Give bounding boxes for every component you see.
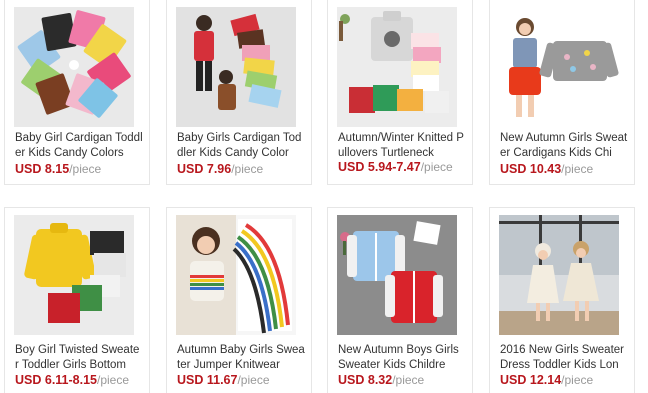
rainbow-sweater-image bbox=[176, 215, 296, 335]
price-amount: USD 8.32 bbox=[338, 373, 393, 387]
product-price: USD 6.11-8.15/piece bbox=[15, 373, 145, 387]
product-image[interactable] bbox=[14, 7, 134, 127]
product-price: USD 5.94-7.47/piece bbox=[338, 160, 468, 174]
candy-cardigans-image bbox=[14, 7, 134, 127]
price-amount: USD 5.94-7.47 bbox=[338, 160, 421, 174]
price-amount: USD 10.43 bbox=[500, 162, 562, 176]
product-card[interactable]: 2016 New Girls Sweater Dress Toddler Kid… bbox=[489, 207, 635, 393]
price-amount: USD 8.15 bbox=[15, 162, 70, 176]
product-title[interactable]: New Autumn Boys Girls Sweater Kids Child… bbox=[338, 343, 466, 373]
price-unit: /piece bbox=[392, 373, 425, 387]
product-price: USD 10.43/piece bbox=[500, 162, 630, 176]
product-image[interactable] bbox=[176, 215, 296, 335]
twisted-sweaters-image bbox=[14, 215, 134, 335]
product-image[interactable] bbox=[176, 7, 296, 127]
product-title[interactable]: Autumn Baby Girls Sweater Jumper Knitwea… bbox=[177, 343, 305, 373]
product-image[interactable] bbox=[337, 7, 457, 127]
product-price: USD 8.15/piece bbox=[15, 162, 145, 176]
product-image[interactable] bbox=[337, 215, 457, 335]
sweater-dress-girls-image bbox=[499, 215, 619, 335]
price-amount: USD 11.67 bbox=[177, 373, 238, 387]
product-title[interactable]: New Autumn Girls Sweater Cardigans Kids … bbox=[500, 131, 628, 161]
girl-grey-cardigan-image bbox=[499, 7, 619, 127]
product-price: USD 8.32/piece bbox=[338, 373, 468, 387]
product-title[interactable]: Autumn/Winter Knitted Pullovers Turtlene… bbox=[338, 131, 466, 161]
product-image[interactable] bbox=[499, 215, 619, 335]
product-image[interactable] bbox=[14, 215, 134, 335]
price-unit: /piece bbox=[231, 162, 264, 176]
baseball-cardigans-image bbox=[337, 215, 457, 335]
product-title[interactable]: Baby Girl Cardigan Toddler Kids Candy Co… bbox=[15, 131, 143, 161]
product-price: USD 7.96/piece bbox=[177, 162, 307, 176]
product-card[interactable]: Autumn/Winter Knitted Pullovers Turtlene… bbox=[327, 0, 473, 185]
product-title[interactable]: 2016 New Girls Sweater Dress Toddler Kid… bbox=[500, 343, 628, 373]
product-price: USD 11.67/piece bbox=[177, 373, 307, 387]
price-unit: /piece bbox=[69, 162, 102, 176]
product-card[interactable]: New Autumn Girls Sweater Cardigans Kids … bbox=[489, 0, 635, 185]
product-image[interactable] bbox=[499, 7, 619, 127]
product-title[interactable]: Baby Girls Cardigan Toddler Kids Candy C… bbox=[177, 131, 305, 161]
product-grid: Baby Girl Cardigan Toddler Kids Candy Co… bbox=[0, 0, 648, 393]
price-amount: USD 6.11-8.15 bbox=[15, 373, 97, 387]
price-unit: /piece bbox=[237, 373, 270, 387]
product-card[interactable]: Baby Girl Cardigan Toddler Kids Candy Co… bbox=[4, 0, 150, 185]
product-card[interactable]: New Autumn Boys Girls Sweater Kids Child… bbox=[327, 207, 473, 393]
price-unit: /piece bbox=[561, 162, 594, 176]
price-amount: USD 12.14 bbox=[500, 373, 562, 387]
price-unit: /piece bbox=[97, 373, 130, 387]
product-price: USD 12.14/piece bbox=[500, 373, 630, 387]
turtleneck-pullovers-image bbox=[337, 7, 457, 127]
price-unit: /piece bbox=[561, 373, 594, 387]
product-title[interactable]: Boy Girl Twisted Sweater Toddler Girls B… bbox=[15, 343, 143, 373]
product-card[interactable]: Autumn Baby Girls Sweater Jumper Knitwea… bbox=[166, 207, 312, 393]
price-amount: USD 7.96 bbox=[177, 162, 232, 176]
price-unit: /piece bbox=[420, 160, 453, 174]
kids-with-cardigans-image bbox=[176, 7, 296, 127]
product-card[interactable]: Boy Girl Twisted Sweater Toddler Girls B… bbox=[4, 207, 150, 393]
product-card[interactable]: Baby Girls Cardigan Toddler Kids Candy C… bbox=[166, 0, 312, 185]
